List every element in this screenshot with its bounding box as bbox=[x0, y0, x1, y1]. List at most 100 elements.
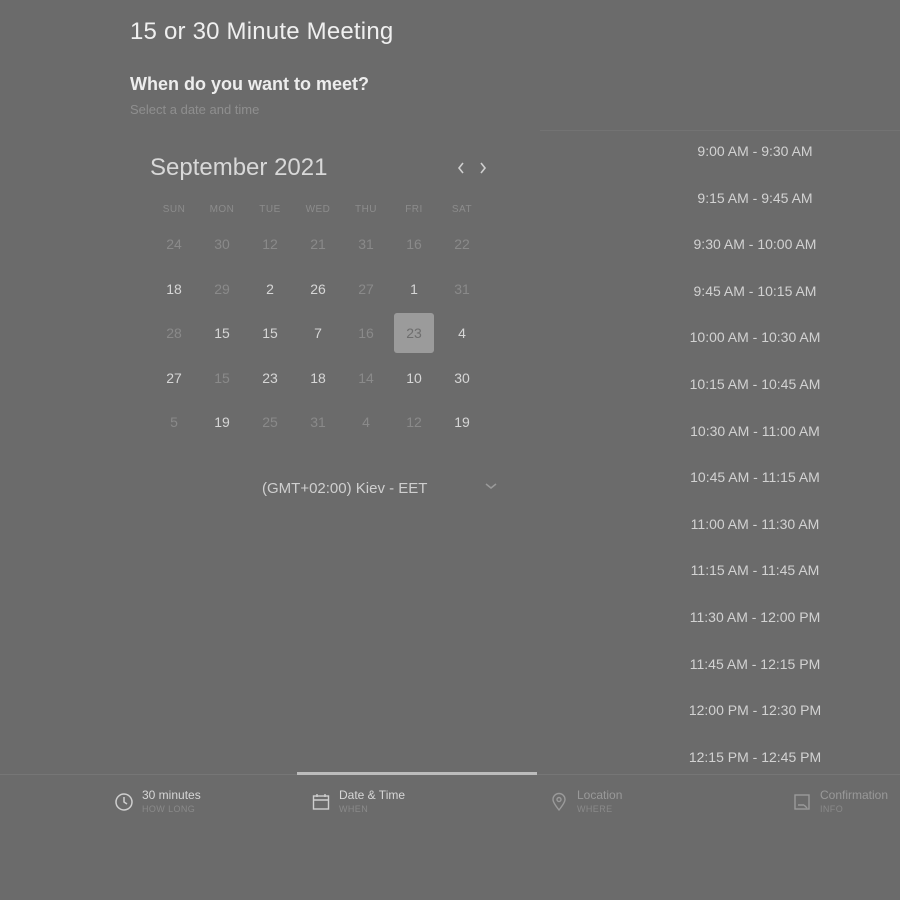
step-title: 30 minutes bbox=[142, 788, 201, 802]
calendar-day-number: 16 bbox=[358, 325, 374, 342]
calendar-day[interactable]: 18 bbox=[150, 267, 198, 312]
clock-icon bbox=[115, 793, 133, 811]
calendar-day[interactable]: 18 bbox=[294, 356, 342, 401]
calendar-day-number: 31 bbox=[358, 236, 374, 253]
calendar-day[interactable]: 30 bbox=[438, 356, 486, 401]
step-duration[interactable]: 30 minutes HOW LONG bbox=[114, 786, 284, 826]
document-icon bbox=[794, 794, 810, 810]
time-slot-list[interactable]: 9:00 AM - 9:30 AM 9:15 AM - 9:45 AM 9:30 A… bbox=[540, 130, 900, 776]
step-location[interactable]: Location WHERE bbox=[549, 786, 749, 826]
calendar-day-number: 18 bbox=[166, 280, 182, 297]
section-subheading: Select a date and time bbox=[130, 102, 260, 117]
calendar-day[interactable]: 19 bbox=[438, 400, 486, 445]
calendar-day[interactable]: 21 bbox=[294, 222, 342, 267]
weekday-label: FRI bbox=[405, 204, 423, 215]
calendar-grid: 24 30 12 21 31 16 22 18 29 2 26 27 1 31 28 15 15 7 16 23 4 27… bbox=[150, 222, 486, 445]
time-slot[interactable]: 9:00 AM - 9:30 AM bbox=[540, 141, 900, 161]
calendar-day-number: 30 bbox=[454, 369, 470, 386]
calendar-day-number: 18 bbox=[310, 369, 326, 386]
calendar-day[interactable]: 31 bbox=[294, 400, 342, 445]
calendar-day-number: 2 bbox=[266, 280, 274, 297]
step-date-time[interactable]: Date & Time WHEN bbox=[311, 786, 511, 826]
time-slot[interactable]: 10:45 AM - 11:15 AM bbox=[540, 467, 900, 487]
calendar-day[interactable]: 12 bbox=[390, 400, 438, 445]
calendar-day[interactable]: 16 bbox=[390, 222, 438, 267]
calendar-day[interactable]: 19 bbox=[198, 400, 246, 445]
calendar-day-number: 21 bbox=[310, 236, 326, 253]
time-slot[interactable]: 11:00 AM - 11:30 AM bbox=[540, 514, 900, 534]
calendar-day[interactable]: 2 bbox=[246, 267, 294, 312]
calendar-day-number: 31 bbox=[310, 414, 326, 431]
calendar-day-number: 23 bbox=[262, 369, 278, 386]
step-subtitle: HOW LONG bbox=[142, 804, 196, 814]
calendar-day[interactable]: 25 bbox=[246, 400, 294, 445]
calendar-day-number: 5 bbox=[170, 414, 178, 431]
step-subtitle: WHERE bbox=[577, 804, 613, 814]
calendar-day-number: 28 bbox=[166, 325, 182, 342]
time-slot[interactable]: 10:00 AM - 10:30 AM bbox=[540, 327, 900, 347]
step-title: Location bbox=[577, 788, 623, 802]
calendar-day-number: 10 bbox=[406, 369, 422, 386]
step-confirmation[interactable]: Confirmation INFO bbox=[792, 786, 900, 826]
calendar-day-number: 23 bbox=[394, 313, 434, 354]
time-slot[interactable]: 10:30 AM - 11:00 AM bbox=[540, 421, 900, 441]
time-slot[interactable]: 9:30 AM - 10:00 AM bbox=[540, 234, 900, 254]
time-slot[interactable]: 9:15 AM - 9:45 AM bbox=[540, 188, 900, 208]
calendar-day[interactable]: 12 bbox=[246, 222, 294, 267]
calendar-day[interactable]: 4 bbox=[342, 400, 390, 445]
previous-month-button[interactable] bbox=[452, 158, 470, 180]
calendar-day[interactable]: 28 bbox=[150, 311, 198, 356]
calendar-day[interactable]: 16 bbox=[342, 311, 390, 356]
calendar-day[interactable]: 27 bbox=[342, 267, 390, 312]
scheduler-page: 15 or 30 Minute Meeting When do you want… bbox=[0, 0, 900, 900]
calendar-day-number: 1 bbox=[410, 280, 418, 297]
timezone-select[interactable]: (GMT+02:00) Kiev - EET bbox=[262, 480, 502, 502]
calendar-day[interactable]: 10 bbox=[390, 356, 438, 401]
time-slot[interactable]: 11:45 AM - 12:15 PM bbox=[540, 654, 900, 674]
calendar-day-number: 15 bbox=[214, 325, 230, 342]
calendar-day-selected[interactable]: 23 bbox=[390, 311, 438, 356]
calendar-day[interactable]: 24 bbox=[150, 222, 198, 267]
time-slot[interactable]: 12:00 PM - 12:30 PM bbox=[540, 700, 900, 720]
calendar-day[interactable]: 31 bbox=[342, 222, 390, 267]
calendar-day-number: 31 bbox=[454, 280, 470, 297]
step-progress-active bbox=[297, 772, 537, 775]
calendar-day-number: 12 bbox=[406, 414, 422, 431]
time-slot[interactable]: 11:15 AM - 11:45 AM bbox=[540, 560, 900, 580]
calendar-day[interactable]: 7 bbox=[294, 311, 342, 356]
step-subtitle: WHEN bbox=[339, 804, 369, 814]
calendar-day-number: 27 bbox=[166, 369, 182, 386]
calendar-day-number: 26 bbox=[310, 280, 326, 297]
calendar-day[interactable]: 1 bbox=[390, 267, 438, 312]
calendar-day[interactable]: 31 bbox=[438, 267, 486, 312]
calendar-day[interactable]: 4 bbox=[438, 311, 486, 356]
time-slot[interactable]: 9:45 AM - 10:15 AM bbox=[540, 281, 900, 301]
step-title: Confirmation bbox=[820, 788, 889, 802]
calendar-day-number: 12 bbox=[262, 236, 278, 253]
calendar-day[interactable]: 15 bbox=[246, 311, 294, 356]
month-label: September 2021 bbox=[150, 154, 328, 181]
calendar-day[interactable]: 22 bbox=[438, 222, 486, 267]
time-slot[interactable]: 12:15 PM - 12:45 PM bbox=[540, 747, 900, 767]
calendar-day[interactable]: 29 bbox=[198, 267, 246, 312]
calendar-day[interactable]: 15 bbox=[198, 356, 246, 401]
calendar-day[interactable]: 15 bbox=[198, 311, 246, 356]
weekday-header-row: SUN MON TUE WED THU FRI SAT bbox=[150, 204, 486, 215]
calendar-day-number: 24 bbox=[166, 236, 182, 253]
calendar-day-number: 15 bbox=[214, 369, 230, 386]
calendar-day[interactable]: 5 bbox=[150, 400, 198, 445]
calendar-day-number: 14 bbox=[358, 369, 374, 386]
calendar-day[interactable]: 26 bbox=[294, 267, 342, 312]
location-pin-icon bbox=[552, 792, 566, 812]
calendar-day-number: 19 bbox=[454, 414, 470, 431]
next-month-button[interactable] bbox=[474, 158, 492, 180]
calendar-day[interactable]: 23 bbox=[246, 356, 294, 401]
calendar-day-number: 27 bbox=[358, 280, 374, 297]
time-slot[interactable]: 11:30 AM - 12:00 PM bbox=[540, 607, 900, 627]
calendar-day[interactable]: 27 bbox=[150, 356, 198, 401]
calendar-day[interactable]: 30 bbox=[198, 222, 246, 267]
calendar-day-number: 22 bbox=[454, 236, 470, 253]
calendar-day-number: 4 bbox=[362, 414, 370, 431]
calendar-day[interactable]: 14 bbox=[342, 356, 390, 401]
time-slot[interactable]: 10:15 AM - 10:45 AM bbox=[540, 374, 900, 394]
